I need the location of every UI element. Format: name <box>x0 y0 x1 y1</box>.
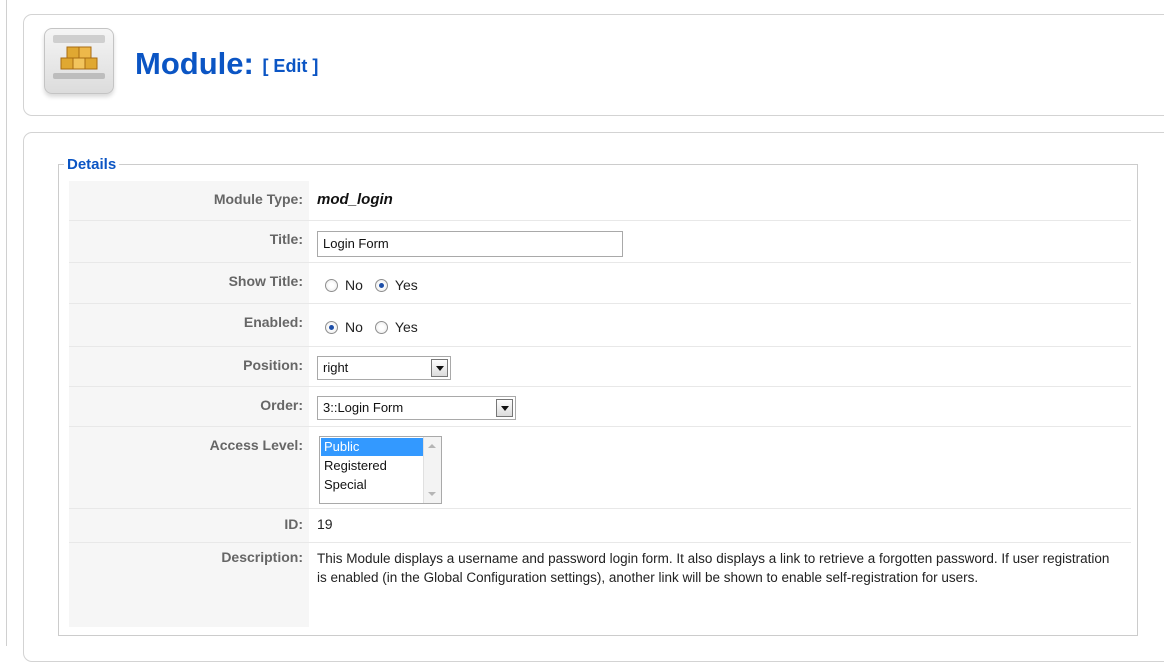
access-level-label: Access Level: <box>209 437 303 453</box>
row-id: ID: 19 <box>69 509 1131 543</box>
enabled-no-label[interactable]: No <box>345 319 363 335</box>
chevron-down-icon[interactable] <box>496 399 513 417</box>
row-enabled: Enabled: No Yes <box>69 304 1131 347</box>
show-title-no-label[interactable]: No <box>345 277 363 293</box>
id-value: 19 <box>317 516 333 532</box>
enabled-yes-label[interactable]: Yes <box>395 319 418 335</box>
description-value: This Module displays a username and pass… <box>317 551 1110 585</box>
row-description: Description: This Module displays a user… <box>69 543 1131 627</box>
show-title-no-radio[interactable] <box>325 278 338 292</box>
id-label: ID: <box>284 516 303 532</box>
module-type-label: Module Type: <box>213 191 303 207</box>
row-position: Position: right <box>69 347 1131 387</box>
show-title-yes-radio[interactable] <box>374 278 388 292</box>
scroll-down-icon[interactable] <box>428 492 436 496</box>
module-type-label-cell: Module Type: <box>69 181 309 220</box>
order-select[interactable]: 3::Login Form <box>317 396 516 420</box>
row-title: Title: Login Form <box>69 221 1131 263</box>
show-title-radio-group: No Yes <box>325 277 430 293</box>
enabled-radio-group: No Yes <box>325 319 430 335</box>
row-module-type: Module Type: mod_login <box>69 181 1131 221</box>
order-select-value: 3::Login Form <box>323 400 404 415</box>
position-label: Position: <box>243 357 303 373</box>
show-title-label: Show Title: <box>228 273 303 289</box>
module-boxes-icon <box>44 28 114 94</box>
details-legend: Details <box>64 155 120 175</box>
enabled-no-radio[interactable] <box>325 320 338 334</box>
access-option-registered[interactable]: Registered <box>321 457 423 475</box>
enabled-yes-radio[interactable] <box>374 320 388 334</box>
row-access-level: Access Level: Public Registered Special <box>69 427 1131 509</box>
page-title: Module: [ Edit ] <box>135 44 318 86</box>
access-option-special[interactable]: Special <box>321 476 423 494</box>
show-title-yes-label[interactable]: Yes <box>395 277 418 293</box>
description-label: Description: <box>221 549 303 565</box>
enabled-label: Enabled: <box>243 314 303 330</box>
page-title-text: Module: <box>135 46 254 81</box>
listbox-scrollbar[interactable] <box>423 437 441 503</box>
position-select-value: right <box>323 360 349 375</box>
edit-label: [ Edit ] <box>262 55 319 76</box>
row-order: Order: 3::Login Form <box>69 387 1131 427</box>
row-show-title: Show Title: No Yes <box>69 263 1131 304</box>
access-level-listbox[interactable]: Public Registered Special <box>319 436 442 504</box>
position-select[interactable]: right <box>317 356 451 380</box>
access-option-public[interactable]: Public <box>321 438 423 456</box>
left-divider <box>6 0 7 646</box>
title-input[interactable]: Login Form <box>317 231 623 257</box>
chevron-down-icon[interactable] <box>431 359 448 377</box>
module-type-value: mod_login <box>317 191 393 208</box>
order-label: Order: <box>260 397 303 413</box>
title-label: Title: <box>269 231 303 247</box>
scroll-up-icon[interactable] <box>428 444 436 448</box>
